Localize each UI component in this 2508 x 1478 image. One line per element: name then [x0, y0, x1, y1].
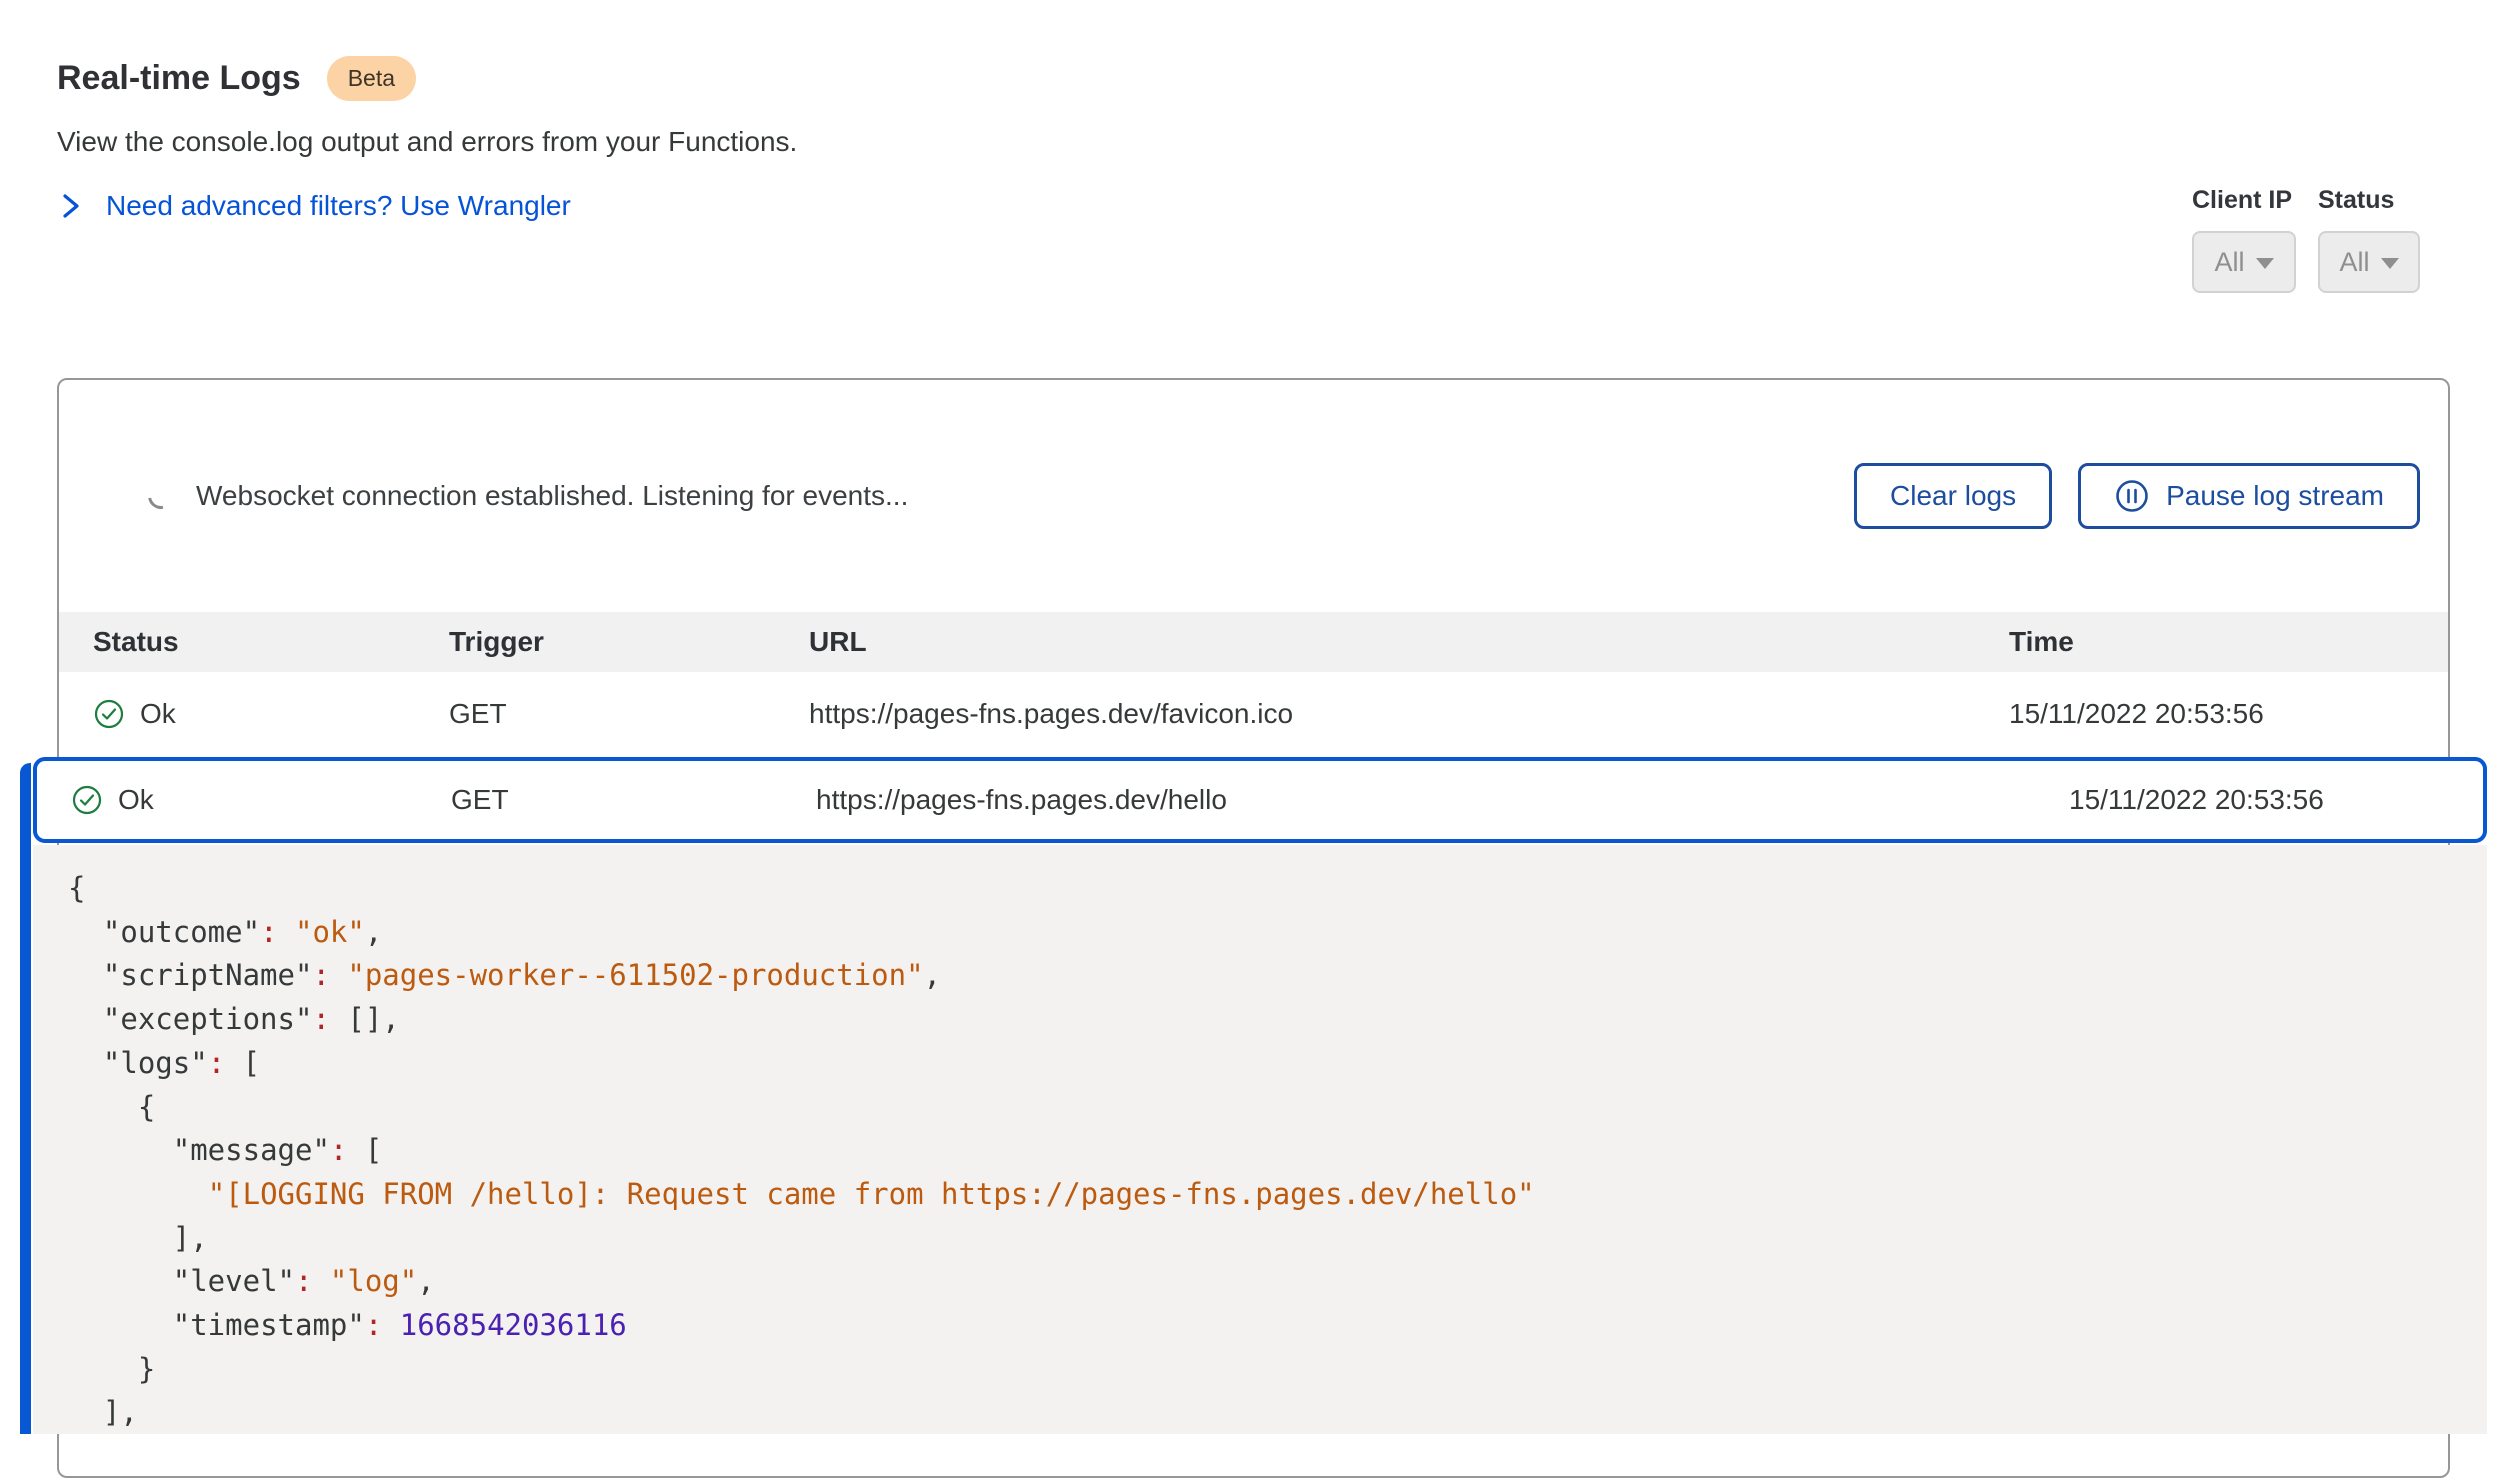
- log-json-code: { "outcome": "ok", "scriptName": "pages-…: [68, 867, 2457, 1434]
- log-table-row-selected[interactable]: Ok GET https://pages-fns.pages.dev/hello…: [33, 757, 2487, 843]
- toolbar-buttons: Clear logs Pause log stream: [1854, 463, 2420, 529]
- beta-badge: Beta: [327, 56, 416, 101]
- page-header: Real-time Logs Beta: [57, 56, 416, 101]
- page-title: Real-time Logs: [57, 59, 301, 98]
- filter-client-ip: Client IP All: [2192, 186, 2296, 293]
- row-url: https://pages-fns.pages.dev/hello: [816, 784, 2069, 816]
- clear-logs-button[interactable]: Clear logs: [1854, 463, 2052, 529]
- row-url: https://pages-fns.pages.dev/favicon.ico: [809, 698, 2009, 730]
- column-header-url: URL: [809, 626, 2009, 658]
- page-subtitle: View the console.log output and errors f…: [57, 126, 797, 158]
- success-check-icon: [93, 698, 125, 730]
- spinner-icon: [143, 478, 179, 514]
- row-status-label: Ok: [140, 698, 176, 730]
- column-header-time: Time: [2009, 626, 2448, 658]
- selected-entry-accent-bar: [20, 763, 31, 1434]
- status-filter-dropdown[interactable]: All: [2318, 231, 2420, 293]
- column-header-trigger: Trigger: [449, 626, 809, 658]
- websocket-status: Websocket connection established. Listen…: [148, 480, 908, 512]
- pause-icon: [2114, 478, 2150, 514]
- client-ip-filter-dropdown[interactable]: All: [2192, 231, 2296, 293]
- filter-status: Status All: [2318, 186, 2420, 293]
- client-ip-filter-value: All: [2214, 247, 2244, 278]
- caret-down-icon: [2256, 258, 2274, 269]
- chevron-right-icon: [60, 191, 82, 221]
- row-time: 15/11/2022 20:53:56: [2069, 784, 2483, 816]
- websocket-status-message: Websocket connection established. Listen…: [196, 480, 908, 512]
- row-status-label: Ok: [118, 784, 154, 816]
- client-ip-filter-label: Client IP: [2192, 186, 2296, 215]
- caret-down-icon: [2381, 258, 2399, 269]
- log-detail-panel: { "outcome": "ok", "scriptName": "pages-…: [33, 845, 2487, 1434]
- status-filter-label: Status: [2318, 186, 2420, 215]
- logs-toolbar: Websocket connection established. Listen…: [59, 380, 2448, 612]
- advanced-filters-link-label: Need advanced filters? Use Wrangler: [106, 190, 571, 222]
- row-trigger: GET: [451, 784, 816, 816]
- clear-logs-button-label: Clear logs: [1890, 480, 2016, 512]
- log-table-row[interactable]: Ok GET https://pages-fns.pages.dev/favic…: [59, 672, 2448, 756]
- row-time: 15/11/2022 20:53:56: [2009, 698, 2448, 730]
- advanced-filters-link[interactable]: Need advanced filters? Use Wrangler: [60, 190, 571, 222]
- status-cell: Ok: [93, 698, 449, 730]
- log-filters: Client IP All Status All: [2192, 186, 2420, 293]
- pause-log-stream-button[interactable]: Pause log stream: [2078, 463, 2420, 529]
- status-cell: Ok: [71, 784, 451, 816]
- status-filter-value: All: [2339, 247, 2369, 278]
- pause-log-stream-button-label: Pause log stream: [2166, 480, 2384, 512]
- column-header-status: Status: [93, 626, 449, 658]
- success-check-icon: [71, 784, 103, 816]
- row-trigger: GET: [449, 698, 809, 730]
- log-table-header: Status Trigger URL Time: [59, 612, 2448, 672]
